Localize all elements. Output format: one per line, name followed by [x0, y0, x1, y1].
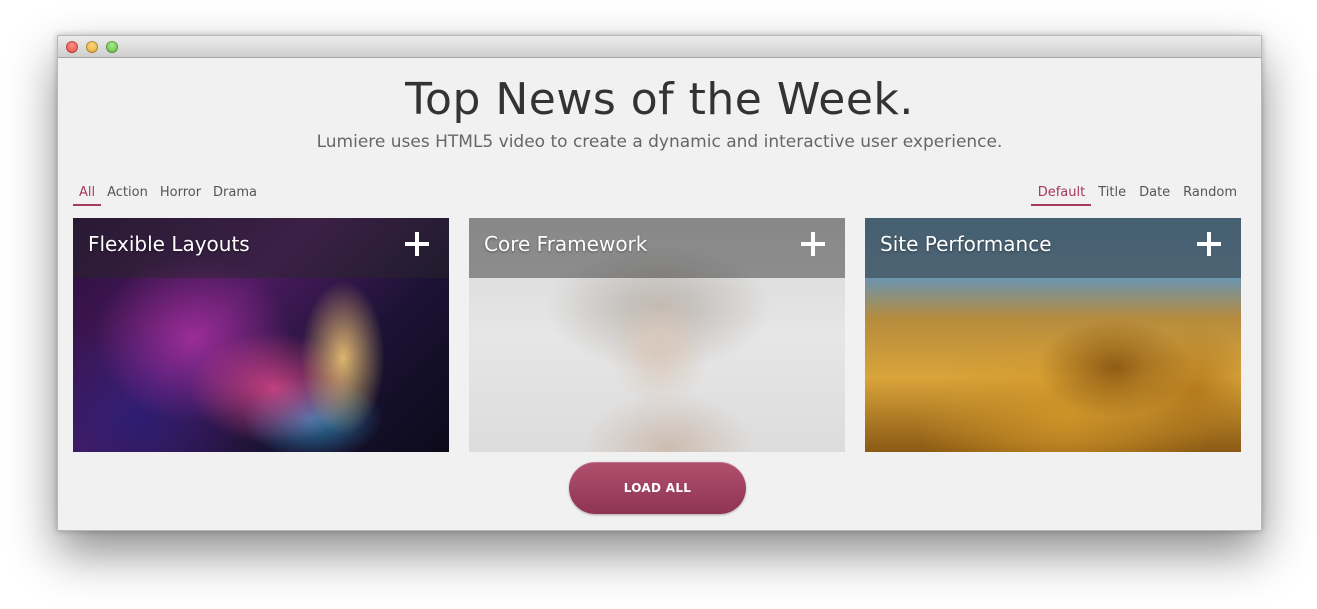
- news-card-core-framework[interactable]: Core Framework: [469, 218, 845, 452]
- page-title: Top News of the Week.: [405, 74, 914, 125]
- window-titlebar: [58, 36, 1261, 58]
- filter-drama[interactable]: Drama: [207, 185, 263, 206]
- close-window-button[interactable]: [66, 41, 78, 53]
- filter-action[interactable]: Action: [101, 185, 154, 206]
- sort-default[interactable]: Default: [1030, 185, 1092, 206]
- load-all-button[interactable]: LOAD ALL: [569, 462, 746, 514]
- news-card-site-performance[interactable]: Site Performance: [865, 218, 1241, 452]
- card-title: Site Performance: [880, 232, 1052, 256]
- filter-horror[interactable]: Horror: [154, 185, 207, 206]
- sort-options: Default Title Date Random: [1030, 185, 1243, 206]
- sort-title[interactable]: Title: [1091, 185, 1132, 206]
- filter-all[interactable]: All: [73, 185, 102, 206]
- page-subtitle: Lumiere uses HTML5 video to create a dyn…: [316, 132, 1003, 152]
- sort-random[interactable]: Random: [1176, 185, 1243, 206]
- category-filter: All Action Horror Drama: [73, 185, 263, 206]
- plus-icon[interactable]: [1197, 232, 1221, 256]
- app-window: Top News of the Week. Lumiere uses HTML5…: [57, 35, 1262, 531]
- card-title: Core Framework: [484, 232, 648, 256]
- sort-date[interactable]: Date: [1132, 185, 1176, 206]
- minimize-window-button[interactable]: [86, 41, 98, 53]
- card-title: Flexible Layouts: [88, 232, 250, 256]
- news-card-flexible-layouts[interactable]: Flexible Layouts: [73, 218, 449, 452]
- zoom-window-button[interactable]: [106, 41, 118, 53]
- plus-icon[interactable]: [405, 232, 429, 256]
- plus-icon[interactable]: [801, 232, 825, 256]
